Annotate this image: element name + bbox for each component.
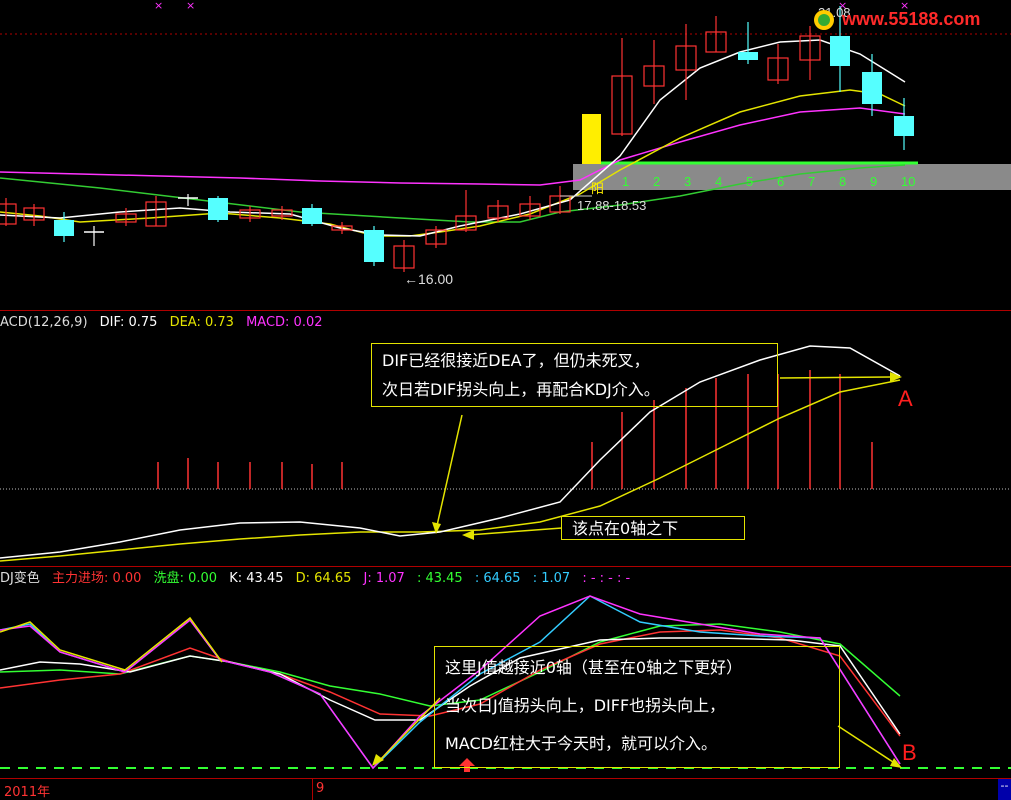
marker-b: B bbox=[902, 740, 917, 765]
candlesticks bbox=[0, 6, 914, 272]
day-number: 3 bbox=[684, 174, 691, 189]
dash-values: : - : - : - bbox=[582, 571, 631, 586]
callout-zero-text: 该点在0轴之下 bbox=[572, 519, 679, 538]
separator-1 bbox=[0, 310, 1011, 311]
candle-body bbox=[364, 230, 384, 262]
range-label: 17.88-18.53 bbox=[577, 198, 646, 213]
k2-value: : 43.45 bbox=[416, 571, 463, 586]
j2-value: : 1.07 bbox=[532, 571, 571, 586]
day-number: 8 bbox=[839, 174, 846, 189]
candle-body bbox=[738, 52, 758, 60]
candle-body bbox=[830, 36, 850, 66]
callout-top-line1: DIF已经很接近DEA了，但仍未死叉， bbox=[382, 351, 650, 370]
svg-text:×: × bbox=[186, 0, 195, 12]
macd-value: MACD: 0.02 bbox=[246, 315, 323, 330]
day-number: 10 bbox=[901, 174, 915, 189]
d-value: D: 64.65 bbox=[295, 571, 352, 586]
candle-body bbox=[302, 208, 322, 224]
d2-value: : 64.65 bbox=[474, 571, 521, 586]
day-number: 6 bbox=[777, 174, 784, 189]
xipan-value: 洗盘: 0.00 bbox=[153, 571, 218, 586]
day-number: 7 bbox=[808, 174, 815, 189]
k-value: K: 43.45 bbox=[229, 571, 284, 586]
gray-band bbox=[573, 164, 1011, 190]
ma-white bbox=[0, 39, 906, 237]
callout-kdj-line1: 这里J值越接近0轴（甚至在0轴之下更好） bbox=[445, 658, 743, 677]
candle-body bbox=[894, 116, 914, 136]
price-chart[interactable]: × × × × ←16.00 17.88-18.53 阳 21.08 1234567… bbox=[0, 0, 1011, 308]
callout-top-line2: 次日若DIF拐头向上，再配合KDJ介入。 bbox=[382, 380, 660, 399]
j-value: J: 1.07 bbox=[363, 571, 405, 586]
candle-body bbox=[54, 220, 74, 236]
macd-callout-top: DIF已经很接近DEA了，但仍未死叉， 次日若DIF拐头向上，再配合KDJ介入。 bbox=[371, 343, 778, 407]
day-number: 4 bbox=[715, 174, 722, 189]
separator-2 bbox=[0, 566, 1011, 567]
candle-body bbox=[208, 198, 228, 220]
top-markers: × × × × bbox=[154, 0, 909, 12]
candle-body bbox=[862, 72, 882, 104]
zhuli-value: 主力进场: 0.00 bbox=[52, 571, 142, 586]
site-logo[interactable]: www.55188.com bbox=[810, 8, 1006, 32]
scroll-marker[interactable]: -- bbox=[998, 779, 1011, 800]
yang-label: 阳 bbox=[591, 182, 604, 197]
day-number: 9 bbox=[870, 174, 877, 189]
day-number: 1 bbox=[622, 174, 629, 189]
callout-kdj-line3: MACD红柱大于今天时，就可以介入。 bbox=[445, 734, 717, 753]
dea-value: DEA: 0.73 bbox=[169, 315, 234, 330]
month-label: 9 bbox=[316, 781, 325, 796]
macd-title: ACD(12,26,9) bbox=[0, 315, 88, 330]
callout-kdj-line2: 当次日J值拐头向上，DIFF也拐头向上， bbox=[445, 696, 726, 715]
site-watermark: www.55188.com bbox=[842, 9, 981, 29]
svg-text:×: × bbox=[154, 0, 163, 12]
highlight-candle bbox=[582, 114, 601, 164]
time-axis: 2011年 9 -- bbox=[0, 779, 1011, 800]
day-number: 5 bbox=[746, 174, 753, 189]
kdj-callout: 这里J值越接近0轴（甚至在0轴之下更好） 当次日J值拐头向上，DIFF也拐头向上… bbox=[434, 646, 840, 768]
axis-tick bbox=[312, 779, 313, 800]
low-price-label: ←16.00 bbox=[404, 271, 453, 287]
dif-value: DIF: 0.75 bbox=[99, 315, 158, 330]
macd-callout-zero: 该点在0轴之下 bbox=[561, 516, 745, 540]
marker-a: A bbox=[898, 386, 913, 411]
year-label: 2011年 bbox=[4, 785, 51, 800]
kdj-title: DJ变色 bbox=[0, 571, 40, 586]
day-number: 2 bbox=[653, 174, 660, 189]
line-yellow bbox=[0, 616, 223, 671]
